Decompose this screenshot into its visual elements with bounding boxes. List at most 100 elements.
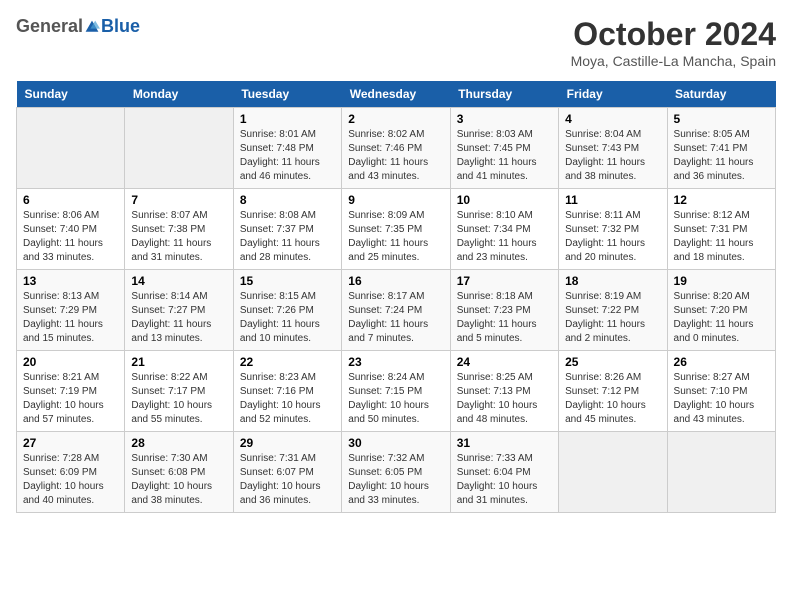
calendar-cell: 23 Sunrise: 8:24 AMSunset: 7:15 PMDayligh…	[342, 351, 450, 432]
cell-details: Sunrise: 8:24 AMSunset: 7:15 PMDaylight:…	[348, 371, 443, 427]
day-number: 21	[131, 355, 226, 369]
cell-details: Sunrise: 8:15 AMSunset: 7:26 PMDaylight:…	[240, 290, 335, 346]
calendar-cell: 14Sunrise: 8:14 AMSunset: 7:27 PMDayligh…	[125, 270, 233, 351]
day-number: 30	[348, 436, 443, 450]
calendar-week-4: 20Sunrise: 8:21 AMSunset: 7:19 PMDayligh…	[17, 351, 776, 432]
calendar-cell: 25 Sunrise: 8:26 AMSunset: 7:12 PMDayligh…	[559, 351, 667, 432]
day-number: 11	[565, 193, 660, 207]
cell-details: Sunrise: 8:17 AMSunset: 7:24 PMDaylight:…	[348, 290, 443, 346]
page-header: General Blue October 2024 Moya, Castille…	[16, 16, 776, 69]
calendar-cell: 18Sunrise: 8:19 AMSunset: 7:22 PMDayligh…	[559, 270, 667, 351]
cell-details: Sunrise: 8:04 AMSunset: 7:43 PMDaylight:…	[565, 128, 660, 184]
day-number: 29	[240, 436, 335, 450]
weekday-header-row: SundayMondayTuesdayWednesdayThursdayFrid…	[17, 81, 776, 108]
day-number: 31	[457, 436, 552, 450]
cell-details: Sunrise: 7:31 AMSunset: 6:07 PMDaylight:…	[240, 452, 335, 508]
weekday-header-wednesday: Wednesday	[342, 81, 450, 108]
calendar-cell: 12 Sunrise: 8:12 AMSunset: 7:31 PMDayligh…	[667, 189, 775, 270]
calendar-cell: 6 Sunrise: 8:06 AMSunset: 7:40 PMDaylight…	[17, 189, 125, 270]
calendar-cell: 29 Sunrise: 7:31 AMSunset: 6:07 PMDayligh…	[233, 432, 341, 513]
cell-details: Sunrise: 8:23 AMSunset: 7:16 PMDaylight:…	[240, 371, 335, 427]
cell-details: Sunrise: 8:11 AMSunset: 7:32 PMDaylight:…	[565, 209, 660, 265]
calendar-cell	[17, 108, 125, 189]
calendar-cell: 24Sunrise: 8:25 AMSunset: 7:13 PMDayligh…	[450, 351, 558, 432]
cell-details: Sunrise: 8:10 AMSunset: 7:34 PMDaylight:…	[457, 209, 552, 265]
weekday-header-thursday: Thursday	[450, 81, 558, 108]
day-number: 25	[565, 355, 660, 369]
calendar-cell: 9 Sunrise: 8:09 AMSunset: 7:35 PMDaylight…	[342, 189, 450, 270]
month-title: October 2024	[571, 16, 776, 53]
cell-details: Sunrise: 8:07 AMSunset: 7:38 PMDaylight:…	[131, 209, 226, 265]
cell-details: Sunrise: 8:06 AMSunset: 7:40 PMDaylight:…	[23, 209, 118, 265]
calendar-cell: 1 Sunrise: 8:01 AMSunset: 7:48 PMDaylight…	[233, 108, 341, 189]
cell-details: Sunrise: 8:01 AMSunset: 7:48 PMDaylight:…	[240, 128, 335, 184]
cell-details: Sunrise: 8:20 AMSunset: 7:20 PMDaylight:…	[674, 290, 769, 346]
calendar-cell: 15 Sunrise: 8:15 AMSunset: 7:26 PMDayligh…	[233, 270, 341, 351]
weekday-header-sunday: Sunday	[17, 81, 125, 108]
calendar-cell: 17 Sunrise: 8:18 AMSunset: 7:23 PMDayligh…	[450, 270, 558, 351]
calendar-cell: 28 Sunrise: 7:30 AMSunset: 6:08 PMDayligh…	[125, 432, 233, 513]
calendar-cell: 11 Sunrise: 8:11 AMSunset: 7:32 PMDayligh…	[559, 189, 667, 270]
cell-details: Sunrise: 8:18 AMSunset: 7:23 PMDaylight:…	[457, 290, 552, 346]
calendar-table: SundayMondayTuesdayWednesdayThursdayFrid…	[16, 81, 776, 513]
day-number: 16	[348, 274, 443, 288]
calendar-cell: 19 Sunrise: 8:20 AMSunset: 7:20 PMDayligh…	[667, 270, 775, 351]
day-number: 27	[23, 436, 118, 450]
logo-blue-text: Blue	[101, 16, 140, 37]
cell-details: Sunrise: 8:05 AMSunset: 7:41 PMDaylight:…	[674, 128, 769, 184]
cell-details: Sunrise: 8:14 AMSunset: 7:27 PMDaylight:…	[131, 290, 226, 346]
calendar-cell: 20Sunrise: 8:21 AMSunset: 7:19 PMDayligh…	[17, 351, 125, 432]
cell-details: Sunrise: 8:13 AMSunset: 7:29 PMDaylight:…	[23, 290, 118, 346]
calendar-cell: 2Sunrise: 8:02 AMSunset: 7:46 PMDaylight…	[342, 108, 450, 189]
day-number: 22	[240, 355, 335, 369]
cell-details: Sunrise: 7:30 AMSunset: 6:08 PMDaylight:…	[131, 452, 226, 508]
day-number: 20	[23, 355, 118, 369]
day-number: 8	[240, 193, 335, 207]
day-number: 17	[457, 274, 552, 288]
weekday-header-monday: Monday	[125, 81, 233, 108]
cell-details: Sunrise: 8:09 AMSunset: 7:35 PMDaylight:…	[348, 209, 443, 265]
day-number: 13	[23, 274, 118, 288]
cell-details: Sunrise: 8:25 AMSunset: 7:13 PMDaylight:…	[457, 371, 552, 427]
calendar-cell	[667, 432, 775, 513]
calendar-cell: 27 Sunrise: 7:28 AMSunset: 6:09 PMDayligh…	[17, 432, 125, 513]
day-number: 10	[457, 193, 552, 207]
cell-details: Sunrise: 7:28 AMSunset: 6:09 PMDaylight:…	[23, 452, 118, 508]
calendar-week-2: 6 Sunrise: 8:06 AMSunset: 7:40 PMDaylight…	[17, 189, 776, 270]
logo-icon	[84, 19, 100, 35]
calendar-week-1: 1 Sunrise: 8:01 AMSunset: 7:48 PMDaylight…	[17, 108, 776, 189]
calendar-cell: 30 Sunrise: 7:32 AMSunset: 6:05 PMDayligh…	[342, 432, 450, 513]
cell-details: Sunrise: 8:12 AMSunset: 7:31 PMDaylight:…	[674, 209, 769, 265]
calendar-week-5: 27 Sunrise: 7:28 AMSunset: 6:09 PMDayligh…	[17, 432, 776, 513]
cell-details: Sunrise: 7:32 AMSunset: 6:05 PMDaylight:…	[348, 452, 443, 508]
cell-details: Sunrise: 8:22 AMSunset: 7:17 PMDaylight:…	[131, 371, 226, 427]
day-number: 12	[674, 193, 769, 207]
cell-details: Sunrise: 8:03 AMSunset: 7:45 PMDaylight:…	[457, 128, 552, 184]
day-number: 26	[674, 355, 769, 369]
calendar-cell: 8 Sunrise: 8:08 AMSunset: 7:37 PMDaylight…	[233, 189, 341, 270]
calendar-cell: 26Sunrise: 8:27 AMSunset: 7:10 PMDayligh…	[667, 351, 775, 432]
calendar-cell: 13 Sunrise: 8:13 AMSunset: 7:29 PMDayligh…	[17, 270, 125, 351]
calendar-cell: 10 Sunrise: 8:10 AMSunset: 7:34 PMDayligh…	[450, 189, 558, 270]
day-number: 2	[348, 112, 443, 126]
day-number: 9	[348, 193, 443, 207]
weekday-header-tuesday: Tuesday	[233, 81, 341, 108]
day-number: 19	[674, 274, 769, 288]
cell-details: Sunrise: 8:26 AMSunset: 7:12 PMDaylight:…	[565, 371, 660, 427]
calendar-cell	[125, 108, 233, 189]
cell-details: Sunrise: 8:08 AMSunset: 7:37 PMDaylight:…	[240, 209, 335, 265]
cell-details: Sunrise: 8:19 AMSunset: 7:22 PMDaylight:…	[565, 290, 660, 346]
calendar-cell	[559, 432, 667, 513]
calendar-cell: 21 Sunrise: 8:22 AMSunset: 7:17 PMDayligh…	[125, 351, 233, 432]
weekday-header-saturday: Saturday	[667, 81, 775, 108]
calendar-cell: 7Sunrise: 8:07 AMSunset: 7:38 PMDaylight…	[125, 189, 233, 270]
day-number: 23	[348, 355, 443, 369]
day-number: 28	[131, 436, 226, 450]
day-number: 6	[23, 193, 118, 207]
logo: General Blue	[16, 16, 140, 37]
calendar-cell: 4Sunrise: 8:04 AMSunset: 7:43 PMDaylight…	[559, 108, 667, 189]
day-number: 15	[240, 274, 335, 288]
calendar-cell: 22 Sunrise: 8:23 AMSunset: 7:16 PMDayligh…	[233, 351, 341, 432]
day-number: 1	[240, 112, 335, 126]
calendar-cell: 5Sunrise: 8:05 AMSunset: 7:41 PMDaylight…	[667, 108, 775, 189]
